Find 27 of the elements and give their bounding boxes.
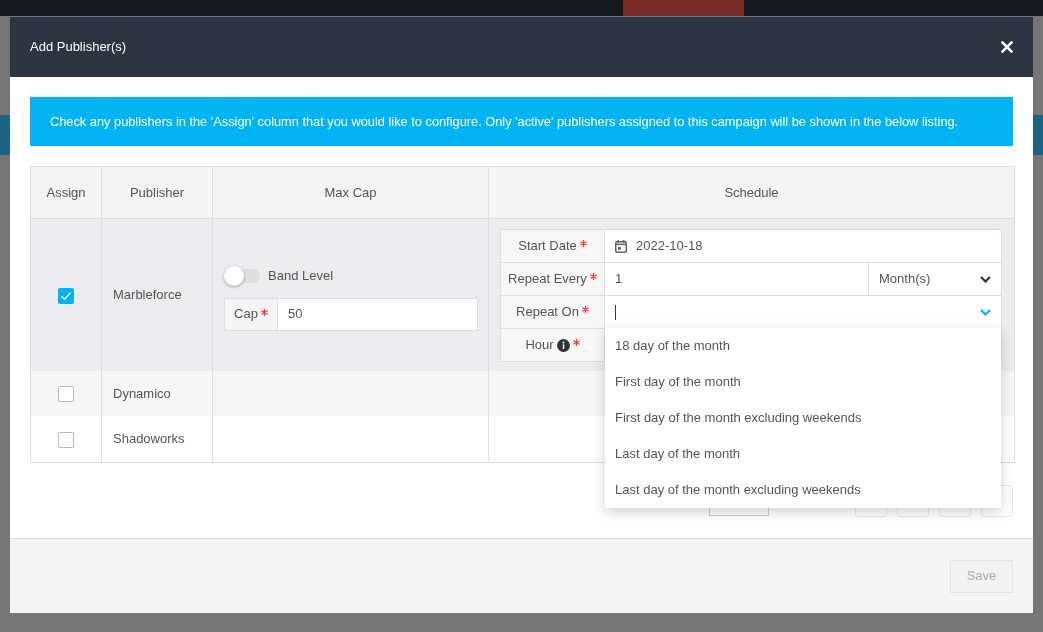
table-cell: Shadoworks: [101, 416, 213, 462]
checkbox[interactable]: [58, 386, 74, 403]
checkbox[interactable]: [58, 431, 74, 448]
dropdown-option[interactable]: Last day of the month: [605, 436, 1001, 472]
dropdown-option[interactable]: First day of the month excluding weekends: [605, 400, 1001, 436]
info-icon[interactable]: [556, 338, 570, 352]
field-label: Start Date: [518, 237, 577, 256]
toggle-label: Band Level: [268, 266, 334, 285]
dropdown-option[interactable]: First day of the month: [605, 364, 1001, 400]
column-header: Max Cap: [212, 166, 489, 219]
info-alert: Check any publishers in the 'Assign' column that you would like to configure. Only 'active' publishers assigned to this campaign will be shown in the below listing.: [30, 97, 1013, 146]
column-header: Publisher: [101, 166, 213, 219]
field-label: Repeat On: [516, 303, 579, 322]
dialog-title: Add Publisher(s): [30, 38, 127, 57]
field-label: Hour: [525, 336, 554, 355]
dropdown-option[interactable]: Last day of the month excluding weekends: [605, 472, 1001, 508]
dropdown-option[interactable]: 18 day of the month: [605, 328, 1001, 364]
column-header: Assign: [30, 166, 102, 219]
text-cursor: [615, 304, 616, 320]
toggle-switch[interactable]: [224, 265, 260, 286]
field-label: Repeat Every: [508, 270, 587, 289]
checkbox[interactable]: [58, 287, 74, 304]
column-header: Schedule: [488, 166, 1015, 219]
calendar-icon: [615, 239, 627, 253]
close-icon[interactable]: [1001, 41, 1013, 53]
cap-input[interactable]: 50: [277, 297, 478, 331]
field-label: Cap: [234, 305, 258, 324]
